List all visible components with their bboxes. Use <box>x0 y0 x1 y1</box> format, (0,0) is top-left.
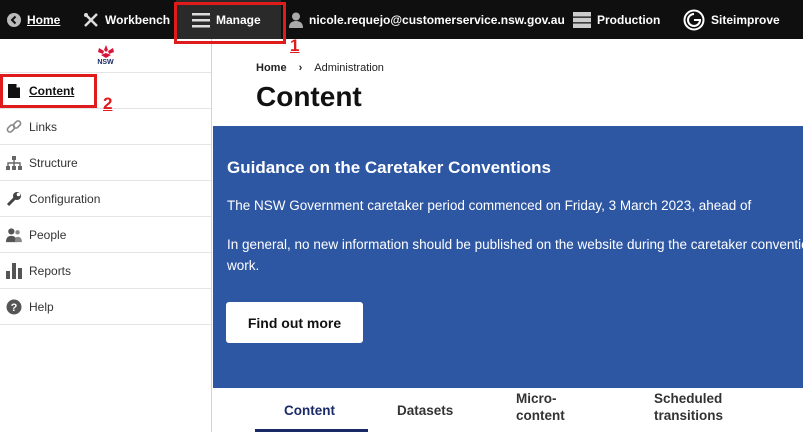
page-title: Content <box>256 81 362 112</box>
main-content: Home › Administration Content Guidance o… <box>213 39 803 432</box>
user-icon <box>289 12 303 28</box>
nsw-logo-text: NSW <box>97 58 114 66</box>
tab-micro-content[interactable]: Micro- content <box>516 390 565 424</box>
breadcrumb-administration-link[interactable]: Administration <box>314 62 384 74</box>
toolbar-workbench-button[interactable]: Workbench <box>71 0 176 39</box>
banner-paragraph-1: The NSW Government caretaker period comm… <box>227 198 752 213</box>
siteimprove-icon <box>683 9 705 31</box>
svg-text:?: ? <box>11 302 18 314</box>
toolbar-workbench-label: Workbench <box>105 12 171 27</box>
sidebar-item-label: Help <box>29 299 54 314</box>
sidebar-item-help[interactable]: ? Help <box>0 289 211 325</box>
admin-toolbar: Home Workbench Manage nicole.requejo@cus… <box>0 0 803 39</box>
tools-icon <box>83 12 99 28</box>
toolbar-home-label: Home <box>27 12 61 27</box>
sidebar-item-reports[interactable]: Reports <box>0 253 211 289</box>
back-arrow-icon <box>7 12 21 27</box>
annotation-number-1: 1 <box>290 36 300 55</box>
waratah-icon <box>97 44 114 58</box>
breadcrumb: Home › Administration <box>256 62 384 74</box>
sidebar-item-label: Reports <box>29 263 72 278</box>
toolbar-user-label: nicole.requejo@customerservice.nsw.gov.a… <box>309 12 565 27</box>
tab-datasets[interactable]: Datasets <box>397 402 453 419</box>
sidebar-item-label: Configuration <box>29 191 101 206</box>
sitemap-icon <box>6 155 22 171</box>
server-icon <box>573 11 591 28</box>
toolbar-siteimprove-button[interactable]: Siteimprove <box>677 0 803 39</box>
nsw-logo: NSW <box>0 39 211 73</box>
tab-scheduled-transitions[interactable]: Scheduled transitions <box>654 390 723 424</box>
content-tabs: Content Datasets Micro- content Schedule… <box>213 388 803 432</box>
caretaker-banner: Guidance on the Caretaker Conventions Th… <box>213 126 803 388</box>
tab-content[interactable]: Content <box>284 402 335 419</box>
sidebar-item-links[interactable]: Links <box>0 109 211 145</box>
wrench-icon <box>6 191 22 207</box>
toolbar-siteimprove-label: Siteimprove <box>711 12 780 27</box>
sidebar-item-label: People <box>29 227 67 242</box>
annotation-box-manage <box>174 2 286 44</box>
link-icon <box>6 119 22 135</box>
breadcrumb-home-link[interactable]: Home <box>256 62 287 74</box>
breadcrumb-separator-icon: › <box>298 62 303 74</box>
help-icon: ? <box>6 299 22 315</box>
toolbar-user-button[interactable]: nicole.requejo@customerservice.nsw.gov.a… <box>281 0 569 39</box>
annotation-box-content <box>0 74 97 108</box>
sidebar-item-configuration[interactable]: Configuration <box>0 181 211 217</box>
banner-title: Guidance on the Caretaker Conventions <box>227 158 552 177</box>
sidebar-item-people[interactable]: People <box>0 217 211 253</box>
find-out-more-button[interactable]: Find out more <box>226 302 363 343</box>
toolbar-production-button[interactable]: Production <box>569 0 677 39</box>
toolbar-production-label: Production <box>597 12 661 27</box>
toolbar-home-link[interactable]: Home <box>0 0 71 39</box>
sidebar-item-label: Structure <box>29 155 78 170</box>
sidebar-item-label: Links <box>29 119 58 134</box>
sidebar-item-structure[interactable]: Structure <box>0 145 211 181</box>
people-icon <box>6 227 22 243</box>
annotation-number-2: 2 <box>103 94 113 113</box>
banner-paragraph-2: In general, no new information should be… <box>227 237 803 273</box>
bar-chart-icon <box>6 262 22 279</box>
